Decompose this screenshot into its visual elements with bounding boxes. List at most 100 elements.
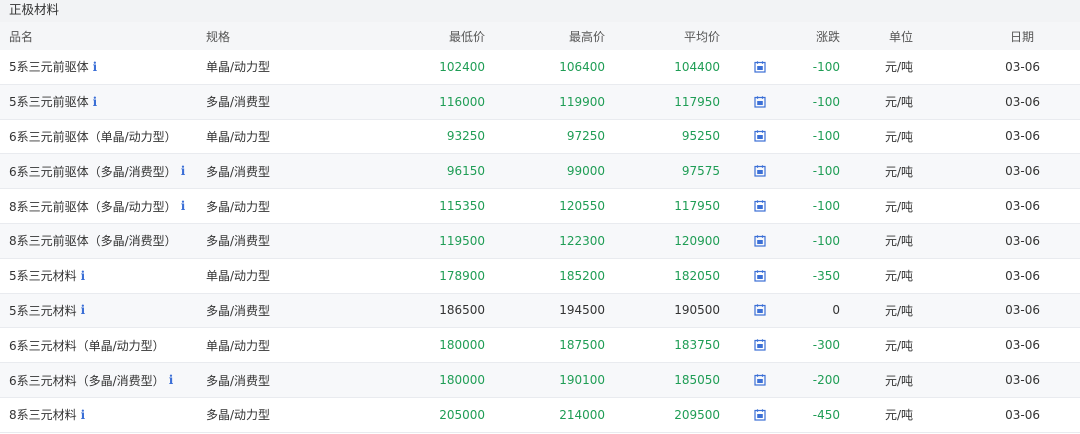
- unit-cell: 元/吨: [885, 338, 914, 353]
- product-name: 6系三元材料（多晶/消费型）: [9, 373, 165, 388]
- product-name-cell: 8系三元材料 i: [9, 398, 199, 432]
- table-row[interactable]: 5系三元材料 i 单晶/动力型 178900 185200 182050 -350 元/吨 03…: [0, 258, 1080, 294]
- price-chart-icon[interactable]: [754, 61, 766, 73]
- high-price-cell: 122300: [559, 233, 605, 248]
- table-row[interactable]: 6系三元前驱体（多晶/消费型） i 多晶/消费型 96150 99000 97575 -10…: [0, 154, 1080, 190]
- avg-price-cell: 97575: [681, 164, 720, 179]
- unit-cell: 元/吨: [885, 95, 914, 110]
- chart-icon-cell: [752, 85, 768, 119]
- avg-price-cell: 209500: [674, 407, 720, 422]
- price-change-cell: -100: [812, 233, 840, 248]
- low-price-cell: 93250: [446, 129, 485, 144]
- info-icon[interactable]: i: [93, 95, 98, 109]
- date-cell: 03-06: [1005, 199, 1040, 214]
- product-name-cell: 5系三元材料 i: [9, 294, 199, 328]
- product-name-cell: 6系三元材料（单晶/动力型）: [9, 328, 199, 362]
- chart-icon-cell: [752, 189, 768, 223]
- product-name-cell: 6系三元材料（多晶/消费型） i: [9, 363, 199, 397]
- avg-price-cell: 117950: [674, 199, 720, 214]
- chart-icon-cell: [752, 154, 768, 188]
- avg-price-cell: 182050: [674, 268, 720, 283]
- price-chart-icon[interactable]: [754, 374, 766, 386]
- info-icon[interactable]: i: [181, 199, 186, 213]
- price-chart-icon[interactable]: [754, 165, 766, 177]
- high-price-cell: 190100: [559, 373, 605, 388]
- column-header-low[interactable]: 最低价: [405, 22, 485, 50]
- column-header-high[interactable]: 最高价: [525, 22, 605, 50]
- product-name: 6系三元材料（单晶/动力型）: [9, 338, 165, 353]
- product-name-cell: 6系三元前驱体（单晶/动力型）: [9, 120, 199, 154]
- price-change-cell: -450: [812, 407, 840, 422]
- column-header-unit: 单位: [889, 29, 914, 44]
- date-cell: 03-06: [1005, 59, 1040, 74]
- price-chart-icon[interactable]: [754, 95, 766, 108]
- spec-cell: 单晶/动力型: [206, 60, 271, 75]
- price-change-cell: 0: [832, 303, 840, 318]
- high-price-cell: 194500: [559, 303, 605, 318]
- date-cell: 03-06: [1005, 94, 1040, 109]
- low-price-cell: 116000: [439, 94, 485, 109]
- price-chart-icon[interactable]: [754, 409, 766, 421]
- product-name: 5系三元材料: [9, 303, 77, 318]
- low-price-cell: 180000: [439, 373, 485, 388]
- price-change-cell: -350: [812, 268, 840, 283]
- table-row[interactable]: 8系三元前驱体（多晶/消费型） 多晶/消费型 119500 122300 120900 -…: [0, 223, 1080, 259]
- price-chart-icon[interactable]: [754, 130, 766, 143]
- avg-price-cell: 183750: [674, 338, 720, 353]
- price-chart-icon[interactable]: [754, 339, 766, 351]
- product-name: 5系三元前驱体: [9, 60, 89, 75]
- chart-icon-cell: [752, 398, 768, 432]
- product-name: 6系三元前驱体（单晶/动力型）: [9, 129, 177, 144]
- date-cell: 03-06: [1005, 407, 1040, 422]
- product-name-cell: 8系三元前驱体（多晶/动力型） i: [9, 189, 199, 223]
- info-icon[interactable]: i: [81, 269, 86, 283]
- product-name-cell: 5系三元前驱体 i: [9, 50, 199, 84]
- price-chart-icon[interactable]: [754, 200, 766, 212]
- product-name: 5系三元材料: [9, 269, 77, 284]
- column-header-avg[interactable]: 平均价: [640, 22, 720, 50]
- table-row[interactable]: 5系三元前驱体 i 多晶/消费型 116000 119900 117950 -100 元/吨 0…: [0, 84, 1080, 120]
- info-icon[interactable]: i: [81, 408, 86, 422]
- column-header-change[interactable]: 涨跌: [780, 22, 840, 50]
- spec-cell: 单晶/动力型: [206, 129, 271, 144]
- unit-cell: 元/吨: [885, 269, 914, 284]
- date-cell: 03-06: [1005, 303, 1040, 318]
- column-header-date: 日期: [1009, 29, 1034, 44]
- low-price-cell: 180000: [439, 338, 485, 353]
- table-row[interactable]: 8系三元材料 i 多晶/动力型 205000 214000 209500 -450 元/吨 03…: [0, 397, 1080, 433]
- price-change-cell: -100: [812, 129, 840, 144]
- price-chart-icon[interactable]: [754, 304, 766, 317]
- product-name: 8系三元前驱体（多晶/动力型）: [9, 199, 177, 214]
- date-cell: 03-06: [1005, 373, 1040, 388]
- table-row[interactable]: 5系三元材料 i 多晶/消费型 186500 194500 190500 0 元/吨 03-06: [0, 293, 1080, 329]
- chart-icon-cell: [752, 120, 768, 154]
- info-icon[interactable]: i: [169, 373, 174, 387]
- avg-price-cell: 104400: [674, 59, 720, 74]
- info-icon[interactable]: i: [81, 303, 86, 317]
- unit-cell: 元/吨: [885, 164, 914, 179]
- table-header: 品名 规格 最低价 最高价 平均价 涨跌 单位 日期: [0, 22, 1080, 50]
- info-icon[interactable]: i: [181, 164, 186, 178]
- high-price-cell: 120550: [559, 199, 605, 214]
- unit-cell: 元/吨: [885, 303, 914, 318]
- product-name: 8系三元前驱体（多晶/消费型）: [9, 234, 177, 249]
- chart-icon-cell: [752, 294, 768, 328]
- unit-cell: 元/吨: [885, 373, 914, 388]
- high-price-cell: 97250: [566, 129, 605, 144]
- table-row[interactable]: 6系三元材料（多晶/消费型） i 多晶/消费型 180000 190100 185050 -…: [0, 363, 1080, 398]
- price-chart-icon[interactable]: [754, 235, 766, 247]
- high-price-cell: 106400: [559, 59, 605, 74]
- date-cell: 03-06: [1005, 268, 1040, 283]
- table-row[interactable]: 8系三元前驱体（多晶/动力型） i 多晶/动力型 115350 120550 117950…: [0, 189, 1080, 224]
- table-row[interactable]: 6系三元材料（单晶/动力型） 单晶/动力型 180000 187500 183750 -3…: [0, 328, 1080, 364]
- table-row[interactable]: 6系三元前驱体（单晶/动力型） 单晶/动力型 93250 97250 95250 -100…: [0, 119, 1080, 155]
- price-change-cell: -200: [812, 373, 840, 388]
- info-icon[interactable]: i: [93, 60, 98, 74]
- date-cell: 03-06: [1005, 129, 1040, 144]
- high-price-cell: 185200: [559, 268, 605, 283]
- table-row[interactable]: 5系三元前驱体 i 单晶/动力型 102400 106400 104400 -100 元/吨 0…: [0, 50, 1080, 85]
- high-price-cell: 187500: [559, 338, 605, 353]
- section-title: 正极材料: [0, 0, 1080, 22]
- chart-icon-cell: [752, 328, 768, 362]
- price-chart-icon[interactable]: [754, 269, 766, 282]
